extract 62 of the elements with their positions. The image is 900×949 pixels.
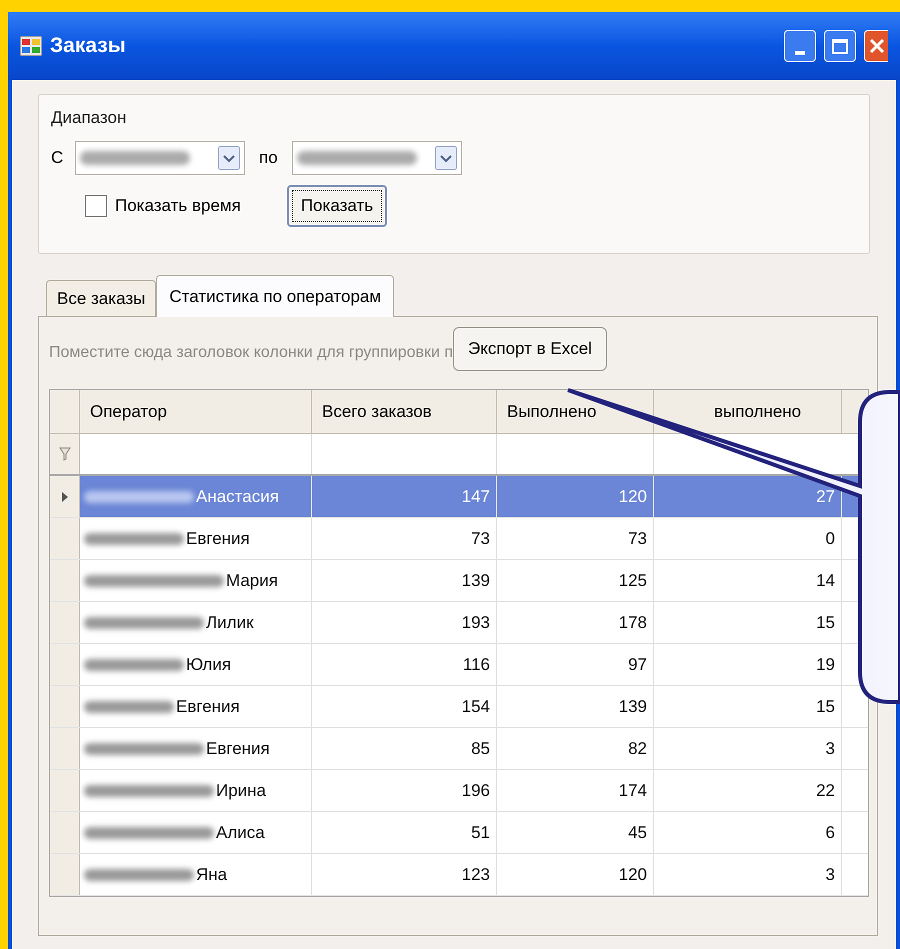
table-cell: 97 [497,644,654,685]
checkbox-label[interactable]: Показать время [115,192,241,218]
table-cell: Анастасия [80,476,312,517]
filter-icon[interactable] [58,447,70,461]
table-cell: Яна [80,854,312,895]
group-title: Диапазон [51,107,128,129]
table-cell: 120 [497,854,654,895]
table-cell: 51 [312,812,497,853]
row-header[interactable] [50,476,80,517]
app-icon [20,36,42,56]
table-cell: 139 [312,560,497,601]
table-cell: 193 [312,602,497,643]
table-cell: 196 [312,770,497,811]
table-cell: 147 [312,476,497,517]
table-cell: 45 [497,812,654,853]
table-cell: 73 [312,518,497,559]
table-cell: 3 [654,728,842,769]
table-cell: Ирина [80,770,312,811]
field-label: по [258,146,279,169]
column-header[interactable]: Оператор [90,398,167,424]
table-cell: 125 [497,560,654,601]
table-cell: 22 [654,770,842,811]
table-cell: 123 [312,854,497,895]
table-cell: Лилик [80,602,312,643]
table-cell: 0 [654,518,842,559]
table-cell: 14 [654,560,842,601]
table-cell: 3 [654,854,842,895]
field-label: С [51,146,64,169]
current-row-icon [62,492,68,502]
close-icon [868,38,884,54]
table-cell: Мария [80,560,312,601]
table-cell: 15 [654,686,842,727]
table-cell: Алиса [80,812,312,853]
table-cell: 120 [497,476,654,517]
table-cell: Евгения [80,728,312,769]
table-cell: 82 [497,728,654,769]
table-cell: 178 [497,602,654,643]
table-cell: 116 [312,644,497,685]
show-button[interactable]: Показать [286,184,388,226]
group-by-hint: Поместите сюда заголовок колонки для группировки п [49,343,454,363]
checkbox[interactable] [85,194,107,216]
table-cell: 73 [497,518,654,559]
column-header[interactable]: Всего заказов [322,398,432,424]
table-cell: Евгения [80,686,312,727]
column-header[interactable]: выполнено [714,398,802,424]
table-cell: 174 [497,770,654,811]
maximize-button[interactable] [824,30,856,62]
table-cell: 85 [312,728,497,769]
table-cell: 139 [497,686,654,727]
table-cell: 6 [654,812,842,853]
export-button[interactable]: Экспорт в Excel [453,327,607,371]
close-button[interactable] [864,30,888,62]
tab[interactable]: Статистика по операторам [156,275,394,317]
column-header[interactable]: Выполнено [507,398,596,424]
table-cell: 19 [654,644,842,685]
table-cell: 154 [312,686,497,727]
window-title: Заказы [50,33,126,60]
minimize-button[interactable] [784,30,816,62]
tab[interactable]: Все заказы [46,280,156,316]
table-cell: Евгения [80,518,312,559]
table-cell: Юлия [80,644,312,685]
table-cell: 15 [654,602,842,643]
